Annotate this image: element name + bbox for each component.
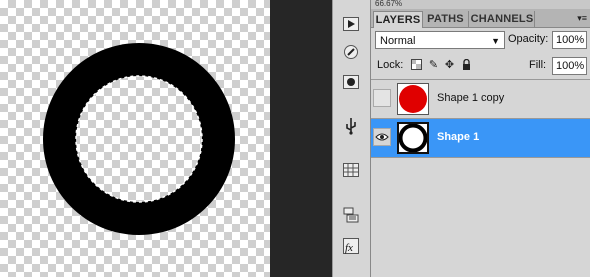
layer-name: Shape 1 bbox=[437, 131, 480, 143]
play-actions-icon[interactable] bbox=[340, 14, 362, 34]
brush-preset-icon[interactable] bbox=[340, 42, 362, 62]
document-canvas[interactable] bbox=[0, 0, 270, 277]
divider bbox=[371, 157, 590, 158]
fill-field[interactable]: 100% bbox=[552, 57, 587, 75]
lock-all-icon[interactable] bbox=[461, 59, 472, 70]
clone-source-icon[interactable] bbox=[340, 72, 362, 92]
pasteboard-dark bbox=[270, 0, 332, 277]
panel-tab-bar: LAYERS PATHS CHANNELS ▾≡ bbox=[371, 9, 590, 28]
panel-menu-icon[interactable]: ▾≡ bbox=[577, 13, 587, 24]
lock-label: Lock: bbox=[377, 59, 404, 71]
layer-comps-icon[interactable] bbox=[340, 205, 362, 225]
layer-thumbnail bbox=[397, 122, 429, 154]
lock-transparent-icon[interactable] bbox=[411, 59, 422, 70]
svg-text:fx: fx bbox=[345, 242, 353, 254]
layer-name: Shape 1 copy bbox=[437, 92, 505, 104]
tab-layers[interactable]: LAYERS bbox=[373, 11, 423, 28]
ring-shape[interactable] bbox=[0, 0, 270, 277]
layer-row-shape-1-copy[interactable]: Shape 1 copy bbox=[371, 80, 590, 118]
layer-thumbnail bbox=[397, 83, 429, 115]
zoom-readout: 66.67% bbox=[371, 0, 590, 9]
tab-paths[interactable]: PATHS bbox=[423, 11, 469, 27]
layer-row-shape-1[interactable]: Shape 1 bbox=[371, 119, 590, 157]
usb-device-icon[interactable] bbox=[340, 116, 362, 136]
eye-visibility-icon[interactable] bbox=[373, 128, 391, 146]
visibility-toggle[interactable] bbox=[373, 89, 391, 107]
opacity-label: Opacity: bbox=[508, 33, 549, 45]
swatches-grid-icon[interactable] bbox=[340, 160, 362, 180]
opacity-field[interactable]: 100% bbox=[552, 31, 587, 49]
blend-mode-select[interactable]: Normal ▼ bbox=[375, 31, 505, 49]
styles-fx-icon[interactable]: fx bbox=[340, 236, 362, 256]
layers-panel: 66.67% LAYERS PATHS CHANNELS ▾≡ Normal ▼… bbox=[370, 0, 590, 277]
blend-mode-value: Normal bbox=[380, 35, 416, 47]
lock-pixels-brush-icon[interactable]: ✎ bbox=[428, 59, 439, 71]
lock-position-move-icon[interactable]: ✥ bbox=[444, 59, 455, 71]
fill-label: Fill: bbox=[529, 59, 547, 71]
panel-icon-strip: fx bbox=[332, 0, 371, 277]
chevron-down-icon: ▼ bbox=[491, 36, 500, 46]
tab-channels[interactable]: CHANNELS bbox=[470, 11, 535, 27]
